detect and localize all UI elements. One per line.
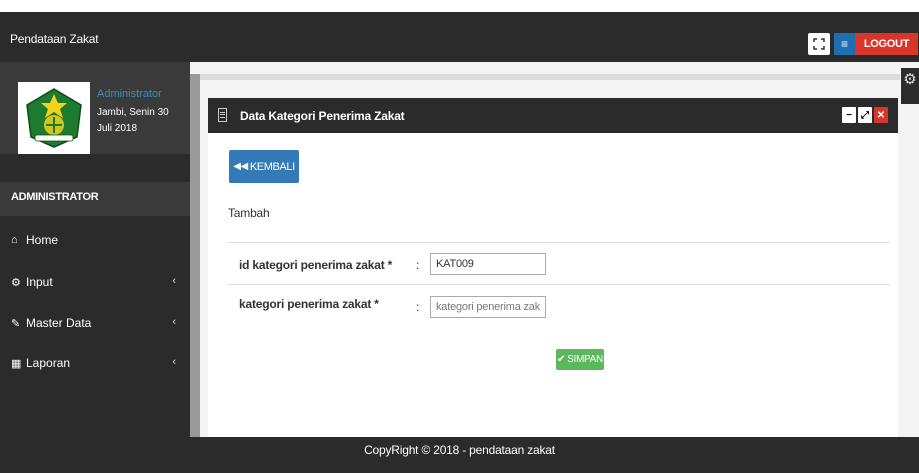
divider xyxy=(228,284,890,285)
save-button[interactable]: ✔ SIMPAN xyxy=(556,349,604,370)
home-icon: ⌂ xyxy=(11,234,18,246)
calendar-icon: ▦ xyxy=(11,357,22,370)
fullscreen-icon xyxy=(813,38,825,50)
footer: CopyRight © 2018 - pendataan zakat xyxy=(0,437,919,473)
expand-button[interactable]: ⤢ xyxy=(858,107,872,123)
logout-button[interactable]: ≡ LOGOUT xyxy=(834,33,918,55)
check-icon: ✔ xyxy=(557,354,566,365)
back-label: KEMBALI xyxy=(249,160,295,173)
sidebar-item-label: Laporan xyxy=(26,356,71,370)
expand-icon: ⤢ xyxy=(861,109,869,121)
minus-icon: − xyxy=(846,109,852,121)
logo-image xyxy=(18,82,90,154)
sidebar-item-home[interactable]: ⌂ Home xyxy=(0,225,190,255)
edit-icon: ✎ xyxy=(11,317,21,330)
user-role[interactable]: Administrator xyxy=(97,88,162,100)
form-subtitle: Tambah xyxy=(228,206,270,220)
logout-label: LOGOUT xyxy=(855,33,918,55)
close-icon: ✕ xyxy=(876,109,886,121)
kategori-input[interactable] xyxy=(430,296,546,318)
gear-icon: ⚙ xyxy=(903,71,917,88)
content-border xyxy=(190,74,200,437)
menu-icon: ≡ xyxy=(834,33,855,55)
field-colon: : xyxy=(416,300,420,314)
save-label: SIMPAN xyxy=(567,354,603,365)
footer-text: CopyRight © 2018 - pendataan zakat xyxy=(364,443,555,457)
id-kategori-input[interactable] xyxy=(430,253,546,275)
top-navbar: Pendataan Zakat ≡ LOGOUT xyxy=(0,12,919,62)
settings-toggle[interactable]: ⚙ xyxy=(901,68,919,104)
fullscreen-button[interactable] xyxy=(808,33,830,55)
panel-title: Data Kategori Penerima Zakat xyxy=(240,109,405,123)
user-profile: Administrator Jambi, Senin 30 Juli 2018 xyxy=(0,62,190,154)
field-label-id: id kategori penerima zakat * xyxy=(239,258,393,272)
field-colon: : xyxy=(416,258,420,272)
close-button[interactable]: ✕ xyxy=(874,107,888,123)
collapse-button[interactable]: − xyxy=(842,107,856,123)
form-panel: Data Kategori Penerima Zakat − ⤢ ✕ ◀◀ KE… xyxy=(208,98,898,437)
sidebar: Administrator Jambi, Senin 30 Juli 2018 … xyxy=(0,62,190,437)
content-border-top xyxy=(200,74,900,80)
sidebar-item-master-data[interactable]: ✎ Master Data ‹ xyxy=(0,308,190,338)
sidebar-item-input[interactable]: ⚙ Input ‹ xyxy=(0,267,190,297)
panel-header: Data Kategori Penerima Zakat − ⤢ ✕ xyxy=(208,98,898,133)
divider xyxy=(228,242,890,243)
field-label-kategori: kategori penerima zakat * xyxy=(239,297,379,311)
chevron-left-icon: ‹ xyxy=(172,356,176,368)
sidebar-item-label: Master Data xyxy=(26,316,92,330)
main-content: ⚙ Data Kategori Penerima Zakat − ⤢ ✕ ◀◀ … xyxy=(190,62,919,437)
chevron-left-icon: ‹ xyxy=(172,275,176,287)
sidebar-item-label: Input xyxy=(26,275,53,289)
sidebar-item-laporan[interactable]: ▦ Laporan ‹ xyxy=(0,348,190,378)
panel-controls: − ⤢ ✕ xyxy=(842,107,888,123)
cogs-icon: ⚙ xyxy=(11,276,21,289)
chevron-left-icon: ‹ xyxy=(172,316,176,328)
document-icon xyxy=(218,108,227,122)
sidebar-item-label: Home xyxy=(26,233,59,247)
app-brand[interactable]: Pendataan Zakat xyxy=(10,32,99,46)
current-date: Jambi, Senin 30 Juli 2018 xyxy=(97,107,169,134)
menu-header: ADMINISTRATOR xyxy=(0,182,190,216)
back-button[interactable]: ◀◀ KEMBALI xyxy=(229,150,299,183)
double-chevron-left-icon: ◀◀ xyxy=(233,161,248,172)
top-strip xyxy=(0,0,919,12)
